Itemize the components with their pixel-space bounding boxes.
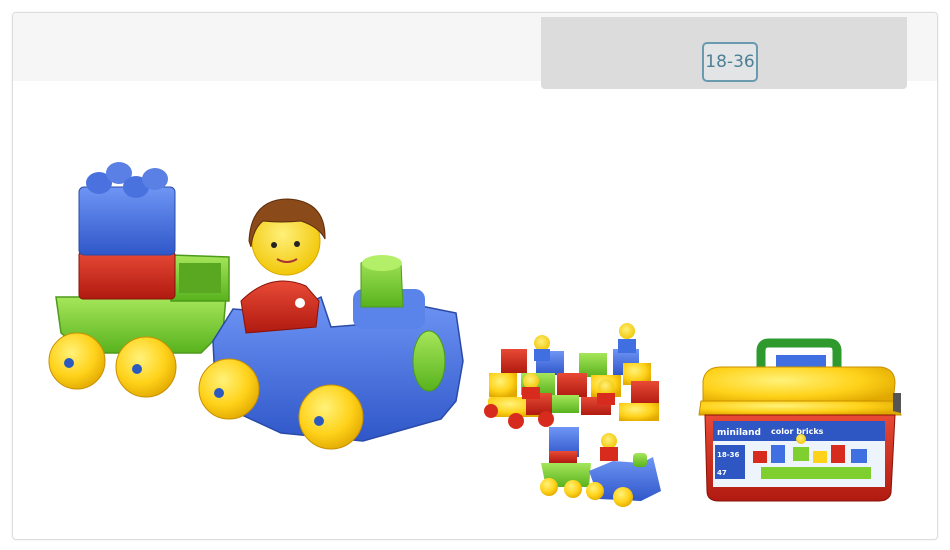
- product-image-frame: 18-36 miniland color bricks 18-36 47: [12, 12, 938, 540]
- box-age-label: 18-36: [717, 451, 740, 459]
- box-product-name: color bricks: [771, 427, 824, 436]
- product-photo: miniland color bricks 18-36 47: [48, 162, 902, 507]
- large-train-toy: [48, 162, 464, 450]
- box-piece-count: 47: [717, 469, 727, 477]
- brick-assortment: [484, 323, 661, 507]
- box-brand-logo: miniland: [717, 428, 761, 438]
- storage-box: miniland color bricks 18-36 47: [698, 338, 902, 502]
